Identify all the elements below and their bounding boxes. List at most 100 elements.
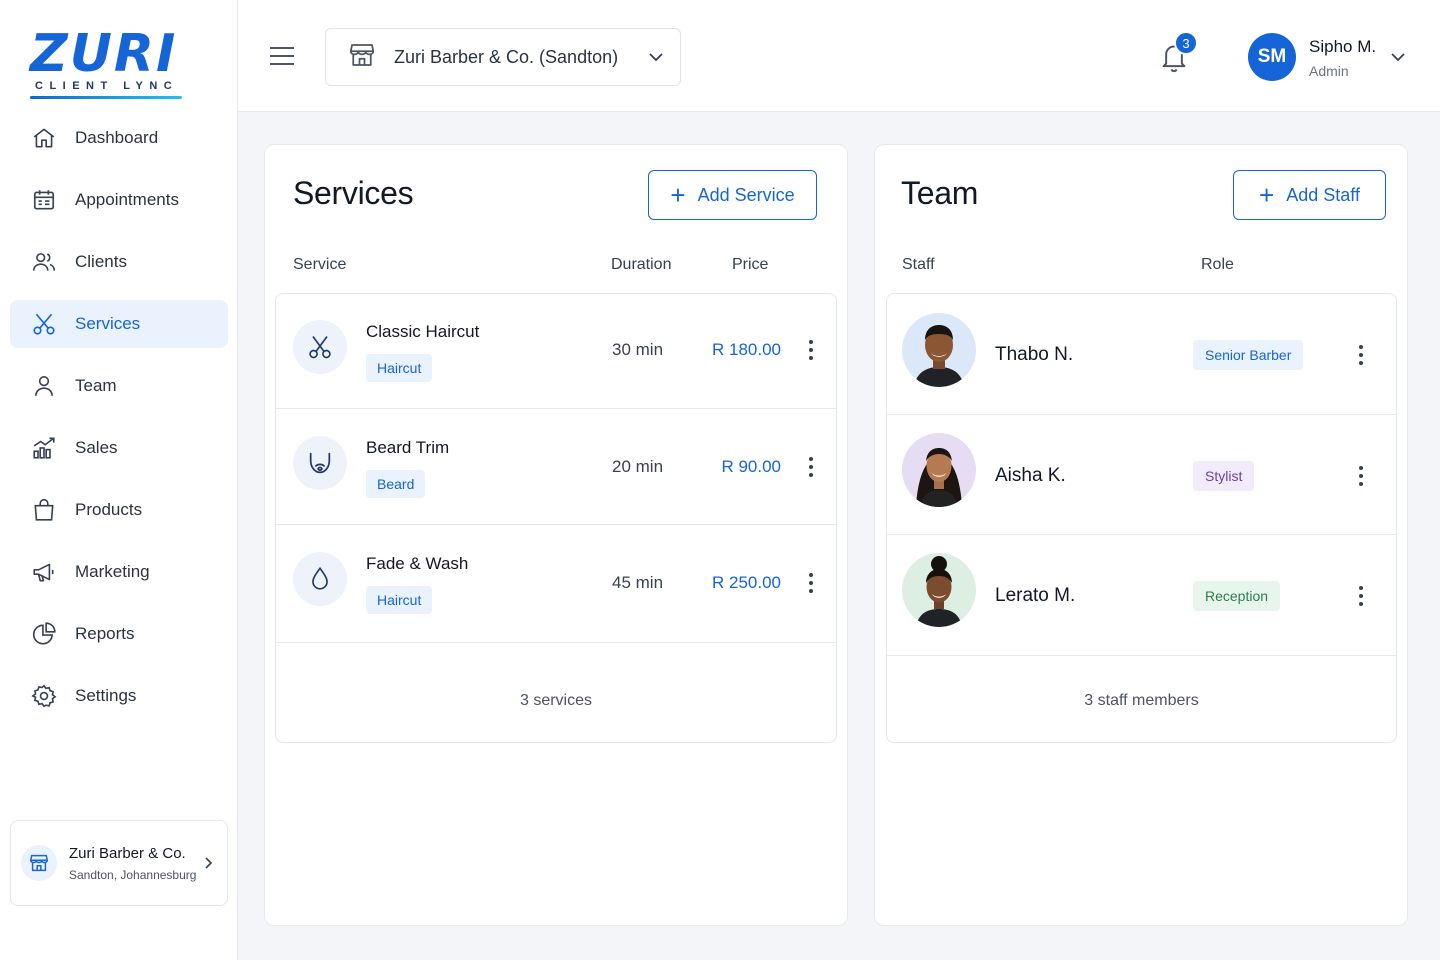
- service-price: R 250.00: [712, 573, 781, 592]
- column-header-service: Service: [293, 256, 347, 273]
- sidebar-item-settings[interactable]: Settings: [10, 672, 228, 720]
- services-panel: Services + Add Service Service Duration …: [264, 144, 848, 926]
- table-row[interactable]: Classic Haircut Haircut 30 min R 180.00: [276, 294, 836, 409]
- service-duration: 30 min: [612, 340, 664, 359]
- gear-icon: [30, 682, 58, 710]
- sidebar-nav: Dashboard Appointments Clients Services …: [10, 114, 228, 734]
- sidebar-item-label: Team: [75, 376, 117, 395]
- sidebar-item-label: Clients: [75, 252, 127, 271]
- sidebar-item-sales[interactable]: Sales: [10, 424, 228, 472]
- store-icon: [346, 40, 378, 75]
- sidebar-item-team[interactable]: Team: [10, 362, 228, 410]
- more-options-icon[interactable]: [803, 455, 819, 479]
- business-name: Zuri Barber & Co.: [69, 844, 186, 862]
- plus-icon: +: [670, 180, 686, 210]
- more-options-icon[interactable]: [1353, 584, 1369, 608]
- table-row[interactable]: Lerato M. Reception: [887, 535, 1396, 656]
- more-options-icon[interactable]: [1353, 464, 1369, 488]
- brand-name: ZURI: [30, 24, 178, 84]
- brand-tagline: CLIENT LYNC: [35, 80, 179, 92]
- sidebar-item-label: Products: [75, 500, 143, 519]
- column-header-role: Role: [1201, 256, 1234, 273]
- scissors-icon: [30, 310, 58, 338]
- sidebar-item-products[interactable]: Products: [10, 486, 228, 534]
- location-selector-value: Zuri Barber & Co. (Sandton): [394, 46, 619, 67]
- sidebar-item-services[interactable]: Services: [10, 300, 228, 348]
- chevron-down-icon[interactable]: [1390, 50, 1406, 69]
- add-service-label: Add Service: [697, 184, 795, 205]
- column-header-staff: Staff: [902, 256, 935, 273]
- add-staff-button[interactable]: + Add Staff: [1233, 170, 1386, 220]
- add-service-button[interactable]: + Add Service: [648, 170, 817, 220]
- staff-count: 3 staff members: [1084, 692, 1199, 709]
- staff-name: Aisha K.: [995, 465, 1066, 486]
- scissors-icon: [293, 320, 347, 374]
- sidebar-item-label: Reports: [75, 624, 135, 643]
- sidebar-item-label: Sales: [75, 438, 118, 457]
- home-icon: [30, 124, 58, 152]
- business-switcher[interactable]: Zuri Barber & Co. Sandton, Johannesburg: [10, 820, 228, 906]
- chevron-down-icon: [648, 50, 664, 69]
- service-name: Fade & Wash: [366, 554, 469, 573]
- staff-name: Lerato M.: [995, 585, 1076, 606]
- more-options-icon[interactable]: [1353, 343, 1369, 367]
- sidebar-item-marketing[interactable]: Marketing: [10, 548, 228, 596]
- services-count: 3 services: [519, 692, 593, 709]
- table-row[interactable]: Thabo N. Senior Barber: [887, 294, 1396, 415]
- sidebar-item-label: Services: [75, 314, 141, 333]
- service-category-tag: Beard: [366, 470, 426, 498]
- service-duration: 20 min: [612, 457, 664, 476]
- user-name: Sipho M.: [1309, 37, 1377, 56]
- service-category-tag: Haircut: [366, 586, 433, 614]
- service-price: R 90.00: [721, 457, 781, 476]
- staff-avatar: [902, 313, 976, 387]
- service-price: R 180.00: [712, 340, 781, 359]
- staff-role-tag: Reception: [1193, 581, 1281, 611]
- sidebar-item-clients[interactable]: Clients: [10, 238, 228, 286]
- calendar-icon: [30, 186, 58, 214]
- sidebar-item-label: Appointments: [75, 190, 179, 209]
- service-name: Classic Haircut: [366, 322, 480, 341]
- pie-icon: [30, 620, 58, 648]
- team-table: Thabo N. Senior Barber Aisha K. Stylist: [886, 293, 1397, 743]
- more-options-icon[interactable]: [803, 571, 819, 595]
- team-title: Team: [901, 175, 979, 211]
- megaphone-icon: [30, 558, 58, 586]
- services-table: Classic Haircut Haircut 30 min R 180.00 …: [275, 293, 837, 743]
- more-options-icon[interactable]: [803, 338, 819, 362]
- staff-avatar: [902, 433, 976, 507]
- staff-role-tag: Senior Barber: [1193, 340, 1304, 370]
- bag-icon: [30, 496, 58, 524]
- notification-count-badge: 3: [1174, 31, 1198, 55]
- sidebar: ZURI CLIENT LYNC Dashboard Appointments …: [0, 0, 238, 960]
- staff-name: Thabo N.: [995, 344, 1074, 365]
- team-panel: Team + Add Staff Staff Role Thabo N. Sen…: [874, 144, 1408, 926]
- location-selector[interactable]: Zuri Barber & Co. (Sandton): [325, 28, 681, 86]
- column-header-duration: Duration: [611, 256, 672, 273]
- brand-logo[interactable]: ZURI CLIENT LYNC: [30, 28, 190, 102]
- sidebar-item-label: Settings: [75, 686, 137, 705]
- table-row[interactable]: Beard Trim Beard 20 min R 90.00: [276, 409, 836, 525]
- sidebar-item-reports[interactable]: Reports: [10, 610, 228, 658]
- chevron-right-icon: [201, 855, 215, 876]
- brand-underline: [30, 96, 182, 99]
- water-drop-icon: [293, 552, 347, 606]
- staff-avatar: [902, 553, 976, 627]
- service-name: Beard Trim: [366, 438, 450, 457]
- table-row[interactable]: Aisha K. Stylist: [887, 415, 1396, 535]
- user-role: Admin: [1309, 63, 1349, 79]
- table-row[interactable]: Fade & Wash Haircut 45 min R 250.00: [276, 525, 836, 643]
- services-title: Services: [293, 175, 414, 211]
- service-duration: 45 min: [612, 573, 664, 592]
- menu-icon[interactable]: [268, 44, 296, 68]
- store-icon: [21, 845, 57, 881]
- chart-icon: [30, 434, 58, 462]
- add-staff-label: Add Staff: [1286, 184, 1360, 205]
- staff-role-tag: Stylist: [1193, 461, 1255, 491]
- sidebar-item-appointments[interactable]: Appointments: [10, 176, 228, 224]
- sidebar-item-label: Dashboard: [75, 128, 159, 147]
- user-avatar[interactable]: SM: [1248, 33, 1296, 81]
- service-category-tag: Haircut: [366, 354, 433, 382]
- sidebar-item-label: Marketing: [75, 562, 150, 581]
- sidebar-item-dashboard[interactable]: Dashboard: [10, 114, 228, 162]
